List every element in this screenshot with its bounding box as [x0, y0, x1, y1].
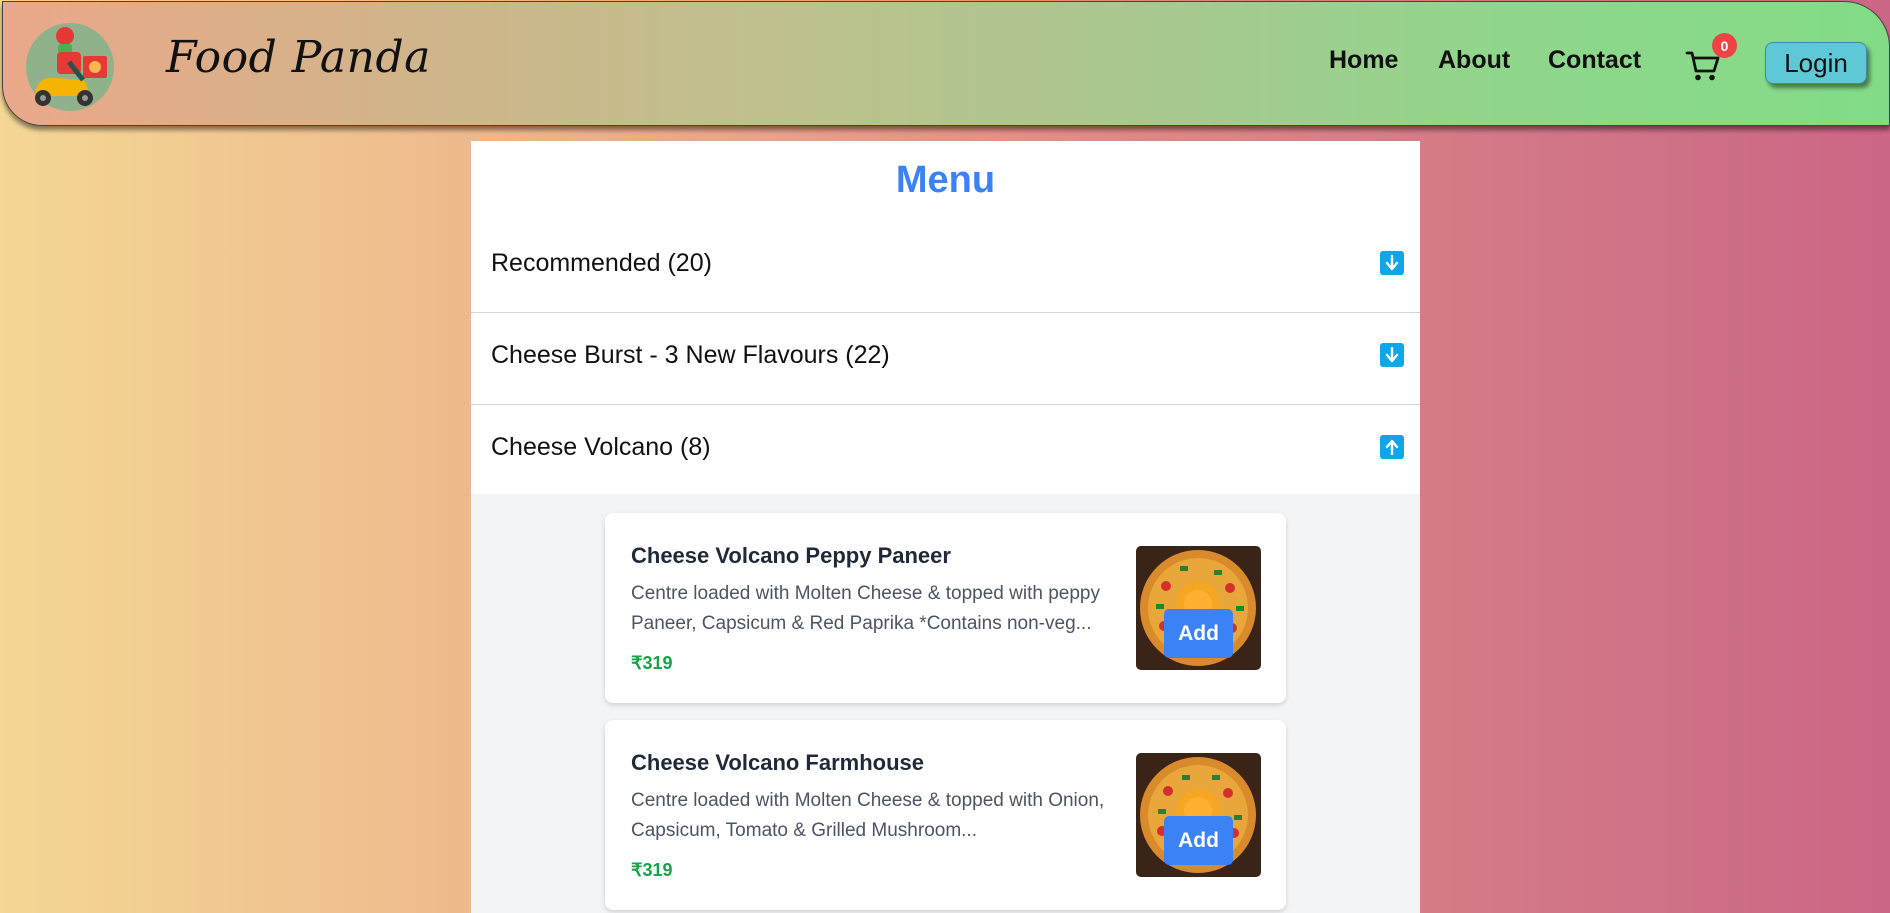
- login-button[interactable]: Login: [1765, 42, 1867, 84]
- category-label: Cheese Burst - 3 New Flavours (22): [491, 341, 890, 369]
- menu-accordion: Menu Recommended (20) Cheese Burst - 3 N…: [471, 141, 1420, 494]
- arrow-down-icon[interactable]: [1380, 343, 1404, 367]
- arrow-up-icon[interactable]: [1380, 435, 1404, 459]
- nav-home-link[interactable]: Home: [1329, 46, 1398, 75]
- arrow-down-icon[interactable]: [1380, 251, 1404, 275]
- category-cheese-burst[interactable]: Cheese Burst - 3 New Flavours (22): [471, 313, 1420, 405]
- menu-items-list: Cheese Volcano Peppy Paneer Centre loade…: [471, 494, 1420, 910]
- menu-panel: Menu Recommended (20) Cheese Burst - 3 N…: [471, 141, 1420, 913]
- category-label: Cheese Volcano (8): [491, 433, 711, 461]
- menu-title: Menu: [895, 159, 996, 201]
- add-to-cart-button[interactable]: Add: [1164, 816, 1233, 865]
- item-description: Centre loaded with Molten Cheese & toppe…: [631, 583, 1100, 634]
- item-name: Cheese Volcano Farmhouse: [631, 750, 925, 775]
- item-description: Centre loaded with Molten Cheese & toppe…: [631, 790, 1105, 841]
- category-recommended[interactable]: Recommended (20): [471, 221, 1420, 313]
- menu-item-card: Cheese Volcano Peppy Paneer Centre loade…: [605, 513, 1286, 703]
- item-price: ₹319: [631, 860, 673, 880]
- menu-item-card: Cheese Volcano Farmhouse Centre loaded w…: [605, 720, 1286, 910]
- add-to-cart-button[interactable]: Add: [1164, 609, 1233, 658]
- nav-contact-link[interactable]: Contact: [1548, 46, 1641, 75]
- item-name: Cheese Volcano Peppy Paneer: [631, 543, 951, 568]
- delivery-scooter-logo-icon[interactable]: [25, 22, 115, 112]
- category-cheese-volcano[interactable]: Cheese Volcano (8): [471, 405, 1420, 494]
- nav-about-link[interactable]: About: [1438, 46, 1510, 75]
- brand-name: Food Panda: [166, 32, 431, 83]
- item-price: ₹319: [631, 653, 673, 673]
- cart-count-badge: 0: [1712, 33, 1737, 58]
- category-label: Recommended (20): [491, 249, 712, 277]
- top-navbar: Food Panda Home About Contact 0 Login: [2, 1, 1890, 126]
